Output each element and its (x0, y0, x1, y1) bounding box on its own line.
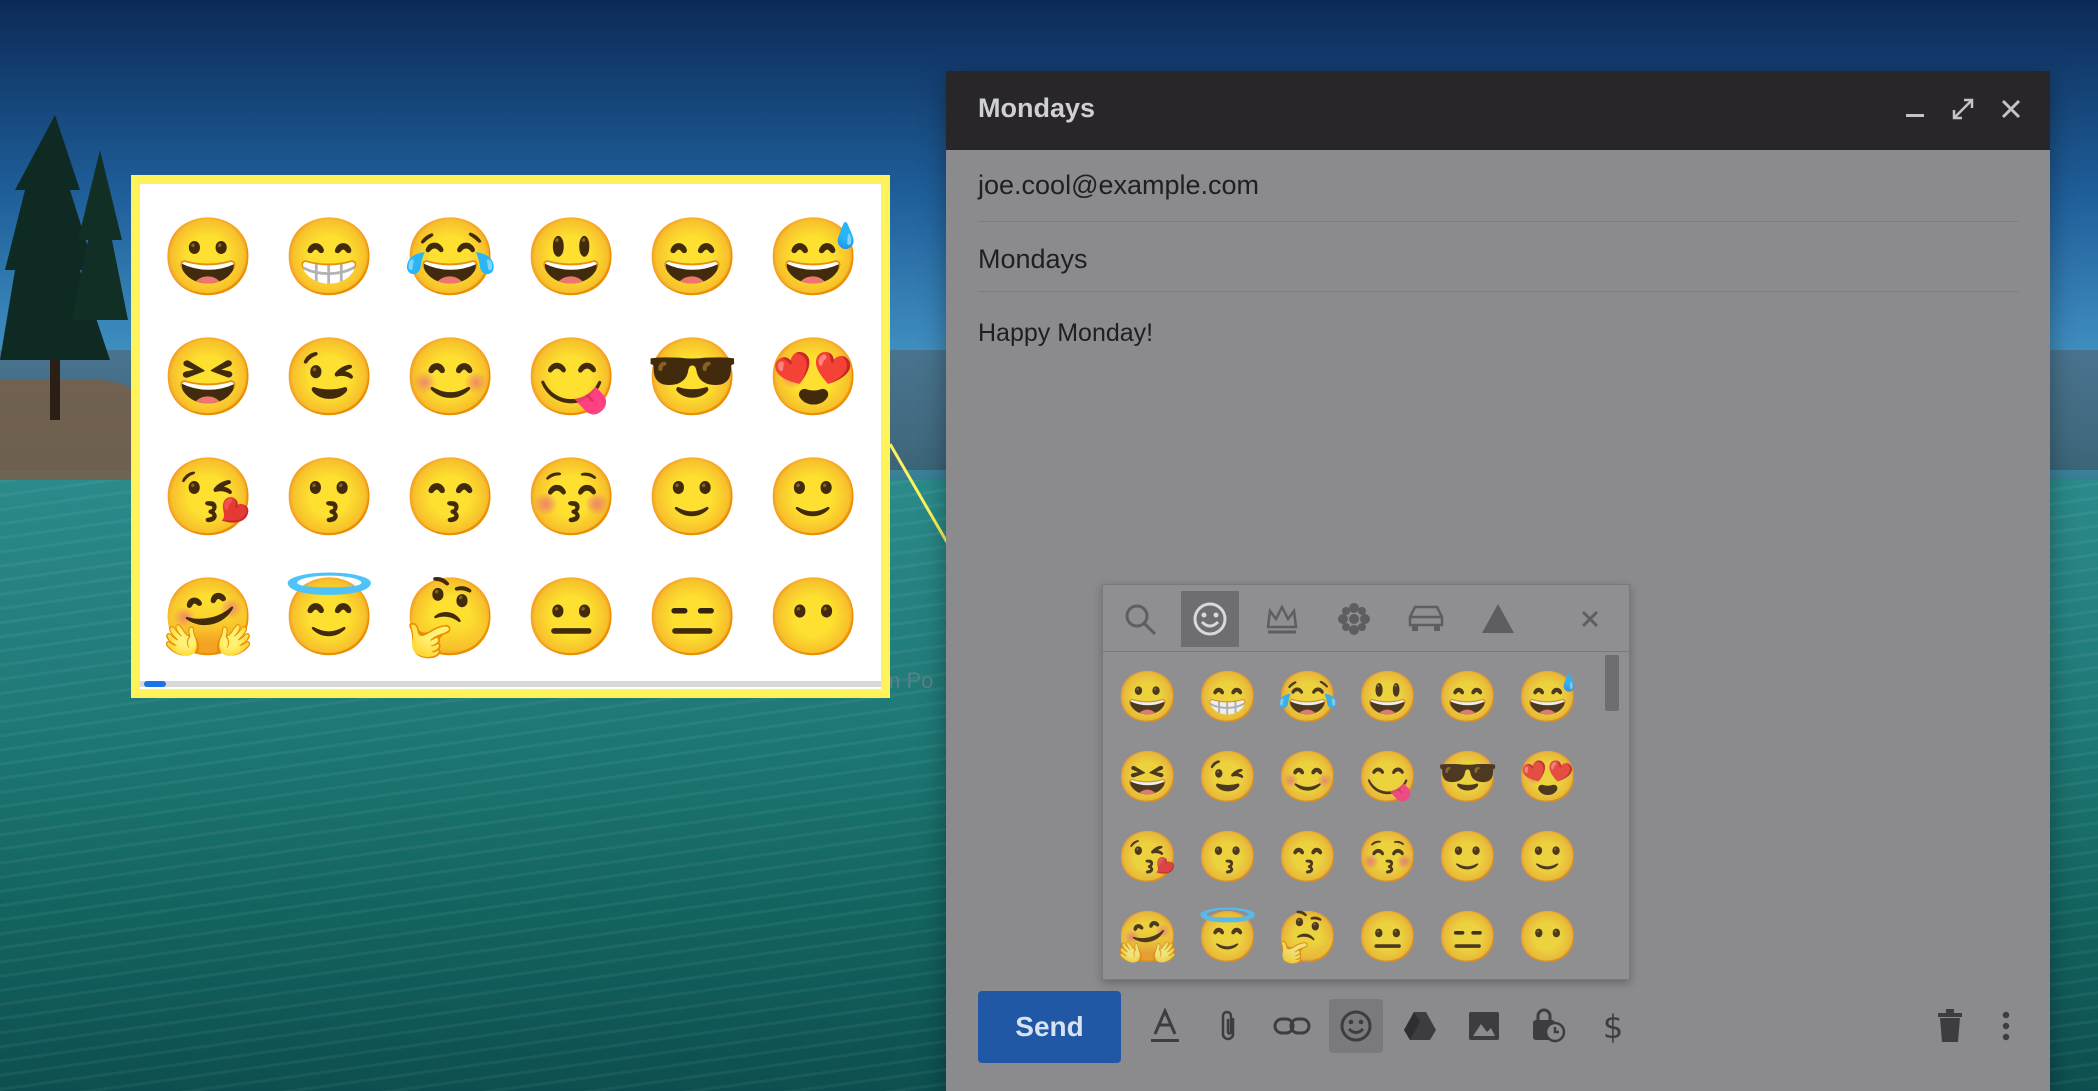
picker-emoji[interactable]: 😂 (1268, 657, 1348, 737)
picker-emoji[interactable]: 😇 (1188, 897, 1268, 977)
flower-category-icon[interactable] (1325, 591, 1383, 647)
callout-emoji: 😇 (282, 575, 377, 660)
picker-emoji[interactable]: 😍 (1508, 737, 1588, 817)
callout-emoji: 😍 (766, 335, 861, 420)
callout-emoji: 😑 (645, 575, 740, 660)
picker-emoji[interactable]: 😃 (1348, 657, 1428, 737)
picker-scrollbar[interactable] (1605, 655, 1619, 711)
drive-icon[interactable] (1393, 999, 1447, 1053)
callout-emoji: 😆 (161, 335, 256, 420)
link-icon[interactable] (1265, 999, 1319, 1053)
picker-emoji[interactable]: 😁 (1188, 657, 1268, 737)
callout-emoji: 😂 (403, 215, 498, 300)
picker-emoji[interactable]: 😅 (1508, 657, 1588, 737)
picker-emoji[interactable]: 😶 (1508, 897, 1588, 977)
callout-emoji: 😄 (645, 215, 740, 300)
callout-emoji: 😃 (524, 215, 619, 300)
picker-emoji[interactable]: 🙂 (1428, 817, 1508, 897)
callout-emoji: 🙂 (645, 455, 740, 540)
send-button[interactable]: Send (978, 991, 1121, 1063)
callout-emoji: 😅 (766, 215, 861, 300)
emoji-zoom-callout: 😀 😁 😂 😃 😄 😅 😆 😉 😊 😋 😎 😍 😘 😗 😙 😚 🙂 🙂 🤗 😇 … (131, 175, 890, 698)
callout-emoji: 🤗 (161, 575, 256, 660)
picker-emoji[interactable]: 😙 (1268, 817, 1348, 897)
attach-icon[interactable] (1202, 999, 1256, 1053)
photo-icon[interactable] (1457, 999, 1511, 1053)
payment-icon[interactable]: $ (1586, 999, 1640, 1053)
subject-field[interactable]: Mondays (978, 223, 2018, 292)
triangle-category-icon[interactable] (1469, 591, 1527, 647)
picker-emoji[interactable]: 😆 (1108, 737, 1188, 817)
picker-emoji[interactable]: 😊 (1268, 737, 1348, 817)
callout-emoji: 😙 (403, 455, 498, 540)
callout-emoji: 😉 (282, 335, 377, 420)
emoji-search-icon[interactable] (1111, 591, 1169, 647)
callout-emoji: 😎 (645, 335, 740, 420)
callout-emoji: 🤔 (403, 575, 498, 660)
close-icon[interactable] (1993, 91, 2029, 127)
compose-title: Mondays (978, 93, 1096, 123)
compose-titlebar: Mondays (946, 71, 2050, 150)
callout-emoji: 😘 (161, 455, 256, 540)
emoji-icon[interactable] (1329, 999, 1383, 1053)
callout-emoji: 😊 (403, 335, 498, 420)
picker-close-icon[interactable] (1561, 591, 1619, 647)
picker-emoji[interactable]: 😑 (1428, 897, 1508, 977)
picker-emoji[interactable]: 😄 (1428, 657, 1508, 737)
picker-emoji-grid: 😀 😁 😂 😃 😄 😅 😆 😉 😊 😋 😎 😍 😘 😗 😙 😚 🙂 🙂 🤗 😇 … (1108, 657, 1588, 977)
smiley-category-icon[interactable] (1181, 591, 1239, 647)
callout-emoji: 😗 (282, 455, 377, 540)
car-category-icon[interactable] (1397, 591, 1455, 647)
picker-emoji[interactable]: 😀 (1108, 657, 1188, 737)
callout-emoji: 😚 (524, 455, 619, 540)
minimize-icon[interactable] (1897, 91, 1933, 127)
callout-emoji: 😋 (524, 335, 619, 420)
trash-icon[interactable] (1923, 999, 1977, 1053)
crown-category-icon[interactable] (1253, 591, 1311, 647)
svg-text:$: $ (1603, 1008, 1623, 1045)
picker-emoji[interactable]: 😋 (1348, 737, 1428, 817)
callout-emoji: 😶 (766, 575, 861, 660)
callout-emoji-grid: 😀 😁 😂 😃 😄 😅 😆 😉 😊 😋 😎 😍 😘 😗 😙 😚 🙂 🙂 🤗 😇 … (148, 198, 878, 678)
message-body[interactable]: Happy Monday! (978, 319, 1153, 348)
picker-emoji[interactable]: 😎 (1428, 737, 1508, 817)
callout-emoji: 😐 (524, 575, 619, 660)
callout-emoji: 😀 (161, 215, 256, 300)
confidential-mode-icon[interactable] (1521, 999, 1575, 1053)
pine-tree-small (72, 150, 128, 320)
emoji-picker: 😀 😁 😂 😃 😄 😅 😆 😉 😊 😋 😎 😍 😘 😗 😙 😚 🙂 🙂 🤗 😇 … (1102, 584, 1630, 980)
compose-window: Mondays joe.cool@example.com Mondays Hap… (946, 71, 2050, 1091)
formatting-icon[interactable] (1138, 999, 1192, 1053)
fullscreen-icon[interactable] (1945, 91, 1981, 127)
picker-emoji[interactable]: 😚 (1348, 817, 1428, 897)
callout-emoji: 🙂 (766, 455, 861, 540)
callout-emoji: 😁 (282, 215, 377, 300)
more-options-icon[interactable] (1979, 999, 2033, 1053)
picker-emoji[interactable]: 😐 (1348, 897, 1428, 977)
recipient-field[interactable]: joe.cool@example.com (978, 153, 2018, 222)
picker-emoji[interactable]: 🙂 (1508, 817, 1588, 897)
callout-scrollbar (140, 681, 881, 687)
picker-emoji[interactable]: 😗 (1188, 817, 1268, 897)
emoji-category-tabs (1103, 585, 1629, 652)
picker-emoji[interactable]: 😉 (1188, 737, 1268, 817)
picker-emoji[interactable]: 😘 (1108, 817, 1188, 897)
picker-emoji[interactable]: 🤗 (1108, 897, 1188, 977)
picker-emoji[interactable]: 🤔 (1268, 897, 1348, 977)
